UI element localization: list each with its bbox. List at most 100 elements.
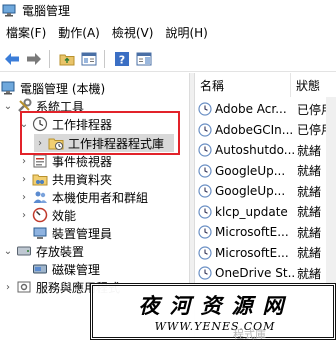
table-row[interactable]: GoogleUp... 就緒: [195, 181, 336, 201]
tree-item-label: 工作排程器程式庫: [68, 136, 165, 151]
tree-item-label: 工作排程器: [52, 117, 113, 132]
task-clock-icon: [198, 102, 212, 116]
task-status: 就緒: [297, 225, 322, 240]
menu-action[interactable]: 動作(A): [52, 22, 106, 44]
svg-text:?: ?: [119, 53, 125, 66]
chevron-right-icon[interactable]: ›: [34, 138, 46, 149]
event-viewer-icon: [33, 154, 47, 168]
menu-file[interactable]: 檔案(F): [0, 22, 52, 44]
tree-item-computer-management[interactable]: 電腦管理 (本機): [0, 79, 105, 97]
action-pane-icon: [136, 52, 152, 65]
tree-item-system-tools[interactable]: ⌄ 系統工具: [2, 97, 84, 115]
column-header-status[interactable]: 狀態: [291, 73, 336, 97]
tree-item-label: 本機使用者和群組: [52, 190, 149, 205]
tree-item-device-manager[interactable]: 裝置管理員: [18, 224, 112, 242]
back-button[interactable]: [2, 49, 22, 69]
help-button[interactable]: ?: [112, 49, 132, 69]
chevron-down-icon[interactable]: ⌄: [18, 119, 30, 130]
column-header-name[interactable]: 名稱: [195, 73, 291, 97]
device-manager-icon: [33, 227, 47, 239]
chevron-right-icon[interactable]: ›: [18, 156, 30, 167]
table-row[interactable]: OneDrive St... 就緒: [195, 263, 336, 283]
task-status: 就緒: [297, 205, 322, 219]
task-status: 就緒: [297, 184, 322, 199]
task-clock-icon: [198, 204, 212, 219]
tree-item-performance[interactable]: › 效能: [18, 206, 76, 224]
shared-folder-icon: [32, 174, 48, 186]
menu-help[interactable]: 說明(H): [159, 22, 213, 44]
back-arrow-icon: [5, 52, 19, 65]
task-name: klcp_update: [215, 204, 288, 219]
folder-clock-icon: [48, 138, 64, 150]
tools-icon: [18, 98, 32, 112]
users-icon: [33, 191, 47, 203]
task-name: OneDrive St...: [215, 266, 295, 280]
chevron-down-icon[interactable]: ⌄: [2, 246, 14, 257]
forward-button[interactable]: [24, 49, 44, 69]
action-pane-button[interactable]: [134, 49, 154, 69]
performance-icon: [32, 207, 48, 223]
computer-management-icon: [2, 4, 16, 16]
tree-item-local-users-groups[interactable]: › 本機使用者和群組: [18, 188, 148, 206]
computer-management-icon: [1, 81, 15, 95]
table-row[interactable]: Adobe Acr... 已停用: [195, 99, 336, 119]
tree-item-storage[interactable]: ⌄ 存放裝置: [2, 242, 84, 260]
disk-management-icon: [33, 264, 47, 274]
help-icon: ?: [115, 51, 129, 66]
tree-item-label: 存放裝置: [36, 244, 85, 259]
watermark-ghost-text: 程式庫: [233, 328, 266, 340]
watermark-main-text: 夜河资源网: [138, 293, 294, 318]
table-row[interactable]: AdobeGCIn... 已停用: [195, 120, 336, 140]
task-name: MicrosoftE...: [215, 225, 289, 239]
tree-item-task-scheduler[interactable]: ⌄ 工作排程器: [18, 115, 112, 133]
task-name: AdobeGCIn...: [215, 122, 294, 137]
chevron-right-icon[interactable]: ›: [18, 192, 30, 203]
storage-icon: [17, 246, 31, 256]
tree-item-shared-folders[interactable]: › 共用資料夾: [18, 170, 112, 188]
watermark: 夜河资源网 WWW.YENES.COM 程式庫: [90, 283, 336, 340]
table-row[interactable]: MicrosoftE... 就緒: [195, 222, 336, 242]
tree-item-label: 磁碟管理: [52, 262, 101, 277]
toolbar: ?: [0, 46, 336, 72]
tree-item-label: 共用資料夾: [52, 172, 113, 187]
show-tree-button[interactable]: [79, 49, 99, 69]
task-clock-icon: [198, 266, 212, 280]
task-clock-icon: [198, 245, 212, 260]
table-row[interactable]: Autoshutdo... 就緒: [195, 140, 336, 160]
task-clock-icon: [198, 225, 212, 239]
tree-item-task-scheduler-library[interactable]: › 工作排程器程式庫: [34, 134, 174, 152]
task-status: 就緒: [297, 143, 322, 158]
task-name: Autoshutdo...: [215, 143, 295, 157]
chevron-right-icon[interactable]: ›: [18, 210, 30, 221]
task-clock-icon: [198, 163, 212, 178]
tree-item-label: 事件檢視器: [52, 154, 113, 169]
tree-item-label: 電腦管理 (本機): [20, 81, 106, 96]
up-folder-icon: [59, 54, 75, 65]
watermark-url: WWW.YENES.COM: [154, 320, 276, 333]
chevron-down-icon[interactable]: ⌄: [2, 101, 14, 112]
tree-item-event-viewer[interactable]: › 事件檢視器: [18, 152, 112, 170]
tree-item-disk-management[interactable]: 磁碟管理: [18, 260, 100, 278]
menu-view[interactable]: 檢視(V): [106, 22, 160, 44]
task-status: 就緒: [297, 246, 322, 260]
tree-item-label: 效能: [52, 208, 77, 223]
task-name: MicrosoftE...: [215, 245, 289, 260]
services-icon: [17, 281, 31, 293]
table-row[interactable]: klcp_update 就緒: [195, 202, 336, 222]
chevron-right-icon[interactable]: ›: [18, 174, 30, 185]
task-status: 就緒: [297, 164, 322, 178]
tree-item-label: 裝置管理員: [52, 226, 113, 241]
table-row[interactable]: GoogleUp... 就緒: [195, 161, 336, 181]
toolbar-separator: [104, 49, 105, 68]
title-bar: 電腦管理: [0, 0, 336, 20]
task-name: GoogleUp...: [215, 184, 286, 198]
toolbar-separator: [49, 49, 50, 68]
table-row[interactable]: MicrosoftE... 就緒: [195, 243, 336, 263]
show-tree-icon: [81, 52, 97, 65]
task-status: 就緒: [297, 266, 322, 281]
tree-item-label: 系統工具: [36, 99, 85, 114]
chevron-right-icon[interactable]: ›: [2, 282, 14, 293]
up-folder-button[interactable]: [57, 49, 77, 69]
task-clock-icon: [198, 143, 212, 157]
task-clock-icon: [198, 122, 212, 137]
